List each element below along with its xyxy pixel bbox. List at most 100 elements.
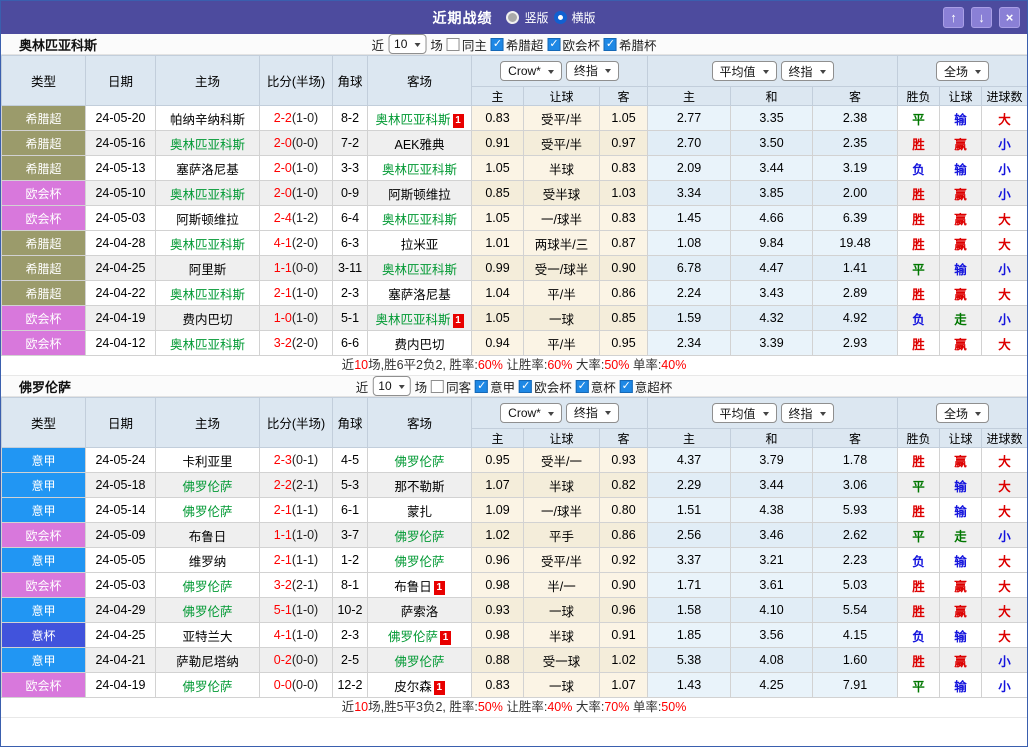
league-checkbox[interactable]: ✓欧会杯 [547, 35, 600, 54]
home-team[interactable]: 阿斯顿维拉 [176, 213, 239, 227]
home-team[interactable]: 佛罗伦萨 [182, 480, 232, 494]
league-checkbox[interactable]: ✓意杯 [576, 377, 616, 396]
avg-home: 4.37 [648, 448, 731, 473]
away-team[interactable]: 佛罗伦萨 [388, 630, 438, 644]
away-team[interactable]: 奥林匹亚科斯 [382, 213, 457, 227]
corner-cell: 6-6 [333, 331, 368, 356]
home-team[interactable]: 佛罗伦萨 [182, 605, 232, 619]
away-team-cell: 布鲁日1 [368, 573, 472, 598]
same-venue-checkbox[interactable]: 同主 [447, 35, 487, 54]
red-card-badge: 1 [453, 114, 464, 128]
away-team[interactable]: 那不勒斯 [394, 480, 444, 494]
summary-part: 60% [547, 358, 572, 372]
result-goals: 大 [982, 106, 1028, 131]
league-checkbox[interactable]: ✓欧会杯 [519, 377, 572, 396]
away-team[interactable]: 佛罗伦萨 [394, 655, 444, 669]
league-checkbox[interactable]: ✓意甲 [475, 377, 515, 396]
odds-handicap: 受平/半 [524, 548, 600, 573]
odds-away: 0.86 [600, 523, 648, 548]
home-team[interactable]: 卡利亚里 [182, 455, 232, 469]
away-team[interactable]: 拉米亚 [401, 238, 439, 252]
final-index-select[interactable]: 终指 [566, 403, 619, 423]
result-outcome: 胜 [898, 331, 940, 356]
home-team-cell: 帕纳辛纳科斯 [156, 106, 260, 131]
team-name[interactable]: 佛罗伦萨 [19, 377, 71, 396]
date-cell: 24-05-03 [86, 573, 156, 598]
home-team[interactable]: 奥林匹亚科斯 [170, 288, 245, 302]
home-team[interactable]: 布鲁日 [189, 530, 227, 544]
match-row: 欧会杯24-05-10奥林匹亚科斯2-0(1-0)0-9阿斯顿维拉0.85受半球… [2, 181, 1028, 206]
away-team[interactable]: 阿斯顿维拉 [388, 188, 451, 202]
type-badge: 希腊超 [2, 106, 86, 131]
away-team[interactable]: 塞萨洛尼基 [388, 288, 451, 302]
away-team[interactable]: AEK雅典 [394, 138, 444, 152]
halftime-score: (0-0) [292, 653, 318, 667]
home-team[interactable]: 奥林匹亚科斯 [170, 138, 245, 152]
horizontal-radio-icon[interactable] [554, 11, 567, 24]
away-team[interactable]: 皮尔森 [394, 680, 432, 694]
scope-select[interactable]: 全场 [936, 61, 989, 81]
type-badge: 欧会杯 [2, 673, 86, 698]
same-venue-checkbox[interactable]: 同客 [431, 377, 471, 396]
vertical-radio-icon[interactable] [506, 11, 519, 24]
average-select[interactable]: 平均值 [712, 403, 777, 423]
home-team[interactable]: 佛罗伦萨 [182, 680, 232, 694]
scope-select[interactable]: 全场 [936, 403, 989, 423]
avg-away: 2.35 [813, 131, 898, 156]
home-team[interactable]: 阿里斯 [189, 263, 227, 277]
odds-home: 1.04 [472, 281, 524, 306]
vertical-radio-label[interactable]: 竖版 [524, 9, 548, 26]
result-header-group: 全场 [898, 56, 1028, 87]
home-team-cell: 阿斯顿维拉 [156, 206, 260, 231]
away-team[interactable]: 佛罗伦萨 [394, 455, 444, 469]
away-team[interactable]: 奥林匹亚科斯 [375, 313, 450, 327]
home-team[interactable]: 佛罗伦萨 [182, 580, 232, 594]
home-team[interactable]: 佛罗伦萨 [182, 505, 232, 519]
away-team[interactable]: 萨索洛 [401, 605, 439, 619]
home-team[interactable]: 塞萨洛尼基 [176, 163, 239, 177]
away-team[interactable]: 奥林匹亚科斯 [375, 113, 450, 127]
home-team[interactable]: 维罗纳 [189, 555, 227, 569]
corner-cell: 10-2 [333, 598, 368, 623]
close-button[interactable]: × [999, 7, 1020, 28]
avg-away: 2.93 [813, 331, 898, 356]
final-index-select-2[interactable]: 终指 [781, 61, 834, 81]
home-team[interactable]: 帕纳辛纳科斯 [170, 113, 245, 127]
home-team[interactable]: 奥林匹亚科斯 [170, 188, 245, 202]
odds-handicap: 半/一 [524, 573, 600, 598]
result-outcome: 胜 [898, 573, 940, 598]
home-team[interactable]: 萨勒尼塔纳 [176, 655, 239, 669]
avg-draw: 4.32 [731, 306, 813, 331]
horizontal-radio-label[interactable]: 横版 [572, 9, 596, 26]
final-index-select-2[interactable]: 终指 [781, 403, 834, 423]
move-up-button[interactable]: ↑ [943, 7, 964, 28]
bookmaker-select[interactable]: Crow* [500, 403, 562, 423]
home-team[interactable]: 费内巴切 [182, 313, 232, 327]
corner-cell: 2-3 [333, 281, 368, 306]
result-outcome: 胜 [898, 498, 940, 523]
away-team[interactable]: 佛罗伦萨 [394, 555, 444, 569]
final-index-select[interactable]: 终指 [566, 61, 619, 81]
average-select[interactable]: 平均值 [712, 61, 777, 81]
avg-draw: 4.66 [731, 206, 813, 231]
away-team[interactable]: 佛罗伦萨 [394, 530, 444, 544]
away-team-cell: 拉米亚 [368, 231, 472, 256]
home-team-cell: 佛罗伦萨 [156, 498, 260, 523]
bookmaker-select[interactable]: Crow* [500, 61, 562, 81]
sub-column-header: 让球 [524, 87, 600, 106]
match-count-select[interactable]: 10 [388, 34, 426, 54]
league-checkbox[interactable]: ✓希腊超 [491, 35, 544, 54]
home-team[interactable]: 奥林匹亚科斯 [170, 338, 245, 352]
league-checkbox[interactable]: ✓意超杯 [620, 377, 673, 396]
team-name[interactable]: 奥林匹亚科斯 [19, 35, 97, 54]
league-checkbox[interactable]: ✓希腊杯 [604, 35, 657, 54]
home-team[interactable]: 亚特兰大 [182, 630, 232, 644]
home-team[interactable]: 奥林匹亚科斯 [170, 238, 245, 252]
move-down-button[interactable]: ↓ [971, 7, 992, 28]
match-count-select[interactable]: 10 [372, 376, 410, 396]
away-team[interactable]: 布鲁日 [394, 580, 432, 594]
away-team[interactable]: 奥林匹亚科斯 [382, 163, 457, 177]
away-team[interactable]: 蒙扎 [407, 505, 432, 519]
away-team[interactable]: 费内巴切 [394, 338, 444, 352]
away-team[interactable]: 奥林匹亚科斯 [382, 263, 457, 277]
